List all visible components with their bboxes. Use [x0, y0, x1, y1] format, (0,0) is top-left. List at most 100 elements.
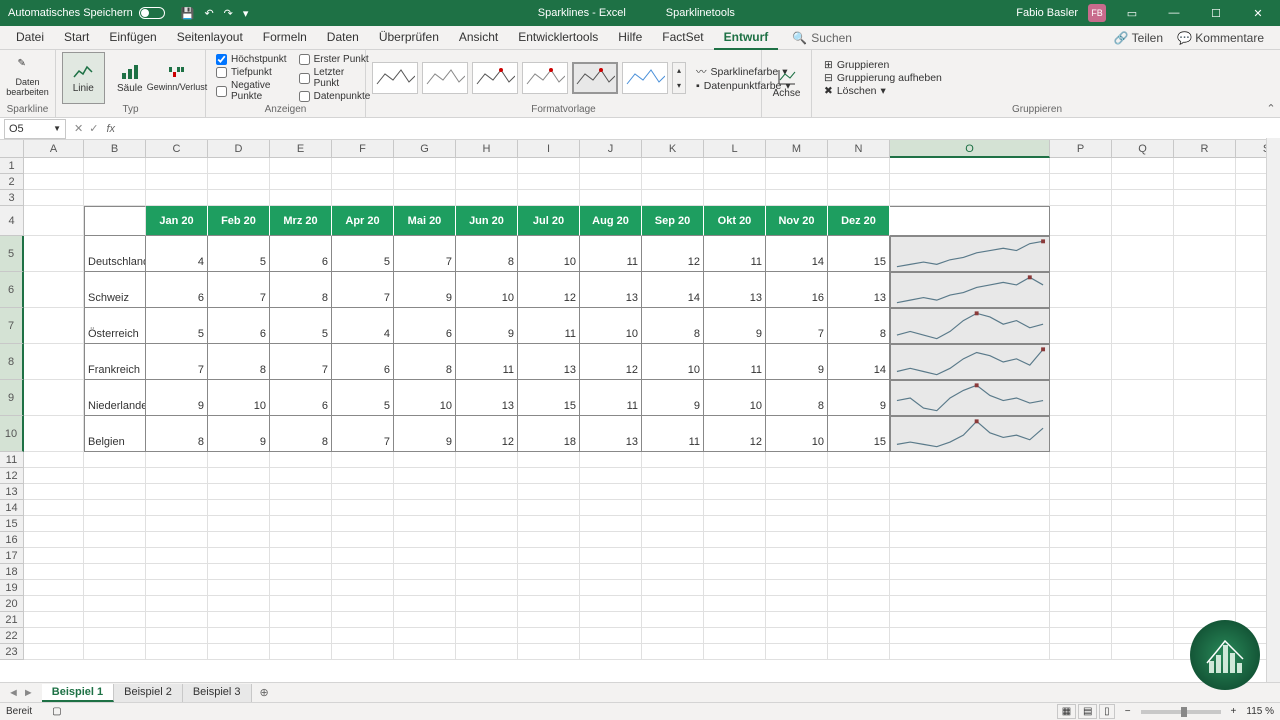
cell-N19[interactable]: [828, 580, 890, 596]
cell-J9[interactable]: 11: [580, 380, 642, 416]
cell-C23[interactable]: [146, 644, 208, 660]
cell-A5[interactable]: [24, 236, 84, 272]
row-header-21[interactable]: 21: [0, 612, 24, 628]
cell-G6[interactable]: 9: [394, 272, 456, 308]
cell-R2[interactable]: [1174, 174, 1236, 190]
cell-R11[interactable]: [1174, 452, 1236, 468]
cell-P12[interactable]: [1050, 468, 1112, 484]
row-header-5[interactable]: 5: [0, 236, 24, 272]
cell-G18[interactable]: [394, 564, 456, 580]
style-item-4[interactable]: [522, 62, 568, 94]
cell-J16[interactable]: [580, 532, 642, 548]
cell-Q8[interactable]: [1112, 344, 1174, 380]
cell-I10[interactable]: 18: [518, 416, 580, 452]
cell-G15[interactable]: [394, 516, 456, 532]
axis-button[interactable]: Achse: [768, 58, 805, 110]
cell-H22[interactable]: [456, 628, 518, 644]
cell-P5[interactable]: [1050, 236, 1112, 272]
cell-K5[interactable]: 12: [642, 236, 704, 272]
cell-D13[interactable]: [208, 484, 270, 500]
style-item-5[interactable]: [572, 62, 618, 94]
cell-I23[interactable]: [518, 644, 580, 660]
cell-G4[interactable]: Mai 20: [394, 206, 456, 236]
cell-L22[interactable]: [704, 628, 766, 644]
cell-Q1[interactable]: [1112, 158, 1174, 174]
maximize-icon[interactable]: ☐: [1200, 0, 1232, 26]
cell-P17[interactable]: [1050, 548, 1112, 564]
tab-ansicht[interactable]: Ansicht: [449, 26, 508, 50]
tab-daten[interactable]: Daten: [317, 26, 369, 50]
cell-A2[interactable]: [24, 174, 84, 190]
cell-J3[interactable]: [580, 190, 642, 206]
cell-F20[interactable]: [332, 596, 394, 612]
last-point-checkbox[interactable]: Letzter Punkt: [299, 67, 371, 89]
row-header-2[interactable]: 2: [0, 174, 24, 190]
cell-H14[interactable]: [456, 500, 518, 516]
cell-D14[interactable]: [208, 500, 270, 516]
cell-R14[interactable]: [1174, 500, 1236, 516]
cell-C7[interactable]: 5: [146, 308, 208, 344]
cell-M4[interactable]: Nov 20: [766, 206, 828, 236]
cell-F9[interactable]: 5: [332, 380, 394, 416]
cell-H9[interactable]: 13: [456, 380, 518, 416]
cell-F2[interactable]: [332, 174, 394, 190]
tab-überprüfen[interactable]: Überprüfen: [369, 26, 449, 50]
type-column-button[interactable]: Säule: [109, 52, 151, 104]
cell-C16[interactable]: [146, 532, 208, 548]
normal-view-button[interactable]: ▦: [1057, 704, 1076, 719]
cell-F7[interactable]: 4: [332, 308, 394, 344]
cell-A9[interactable]: [24, 380, 84, 416]
cell-H23[interactable]: [456, 644, 518, 660]
cell-D10[interactable]: 9: [208, 416, 270, 452]
type-winloss-button[interactable]: Gewinn/Verlust: [155, 52, 199, 104]
cell-R1[interactable]: [1174, 158, 1236, 174]
cell-B12[interactable]: [84, 468, 146, 484]
cell-E4[interactable]: Mrz 20: [270, 206, 332, 236]
redo-icon[interactable]: ↷: [224, 7, 233, 20]
cell-B1[interactable]: [84, 158, 146, 174]
cell-H21[interactable]: [456, 612, 518, 628]
cell-L12[interactable]: [704, 468, 766, 484]
row-header-23[interactable]: 23: [0, 644, 24, 660]
cell-D2[interactable]: [208, 174, 270, 190]
cell-M14[interactable]: [766, 500, 828, 516]
cell-C6[interactable]: 6: [146, 272, 208, 308]
cell-I7[interactable]: 11: [518, 308, 580, 344]
cell-O5[interactable]: [890, 236, 1050, 272]
cell-G14[interactable]: [394, 500, 456, 516]
cell-Q19[interactable]: [1112, 580, 1174, 596]
cell-K22[interactable]: [642, 628, 704, 644]
cell-I1[interactable]: [518, 158, 580, 174]
undo-icon[interactable]: ↶: [204, 7, 213, 20]
column-header-R[interactable]: R: [1174, 140, 1236, 158]
cell-A3[interactable]: [24, 190, 84, 206]
cell-H8[interactable]: 11: [456, 344, 518, 380]
cell-R5[interactable]: [1174, 236, 1236, 272]
cell-M13[interactable]: [766, 484, 828, 500]
cell-M15[interactable]: [766, 516, 828, 532]
cell-L23[interactable]: [704, 644, 766, 660]
cell-J10[interactable]: 13: [580, 416, 642, 452]
cell-Q17[interactable]: [1112, 548, 1174, 564]
cell-E13[interactable]: [270, 484, 332, 500]
cell-G23[interactable]: [394, 644, 456, 660]
cell-Q20[interactable]: [1112, 596, 1174, 612]
cell-O23[interactable]: [890, 644, 1050, 660]
cell-O18[interactable]: [890, 564, 1050, 580]
cell-Q23[interactable]: [1112, 644, 1174, 660]
cell-B21[interactable]: [84, 612, 146, 628]
cell-R17[interactable]: [1174, 548, 1236, 564]
cell-I21[interactable]: [518, 612, 580, 628]
cell-M7[interactable]: 7: [766, 308, 828, 344]
cell-J20[interactable]: [580, 596, 642, 612]
cell-K4[interactable]: Sep 20: [642, 206, 704, 236]
row-header-9[interactable]: 9: [0, 380, 24, 416]
type-line-button[interactable]: Linie: [62, 52, 105, 104]
cell-M20[interactable]: [766, 596, 828, 612]
cell-M5[interactable]: 14: [766, 236, 828, 272]
autosave-toggle[interactable]: Automatisches Speichern: [0, 7, 173, 19]
cell-H17[interactable]: [456, 548, 518, 564]
cell-F8[interactable]: 6: [332, 344, 394, 380]
cell-G3[interactable]: [394, 190, 456, 206]
cell-P14[interactable]: [1050, 500, 1112, 516]
